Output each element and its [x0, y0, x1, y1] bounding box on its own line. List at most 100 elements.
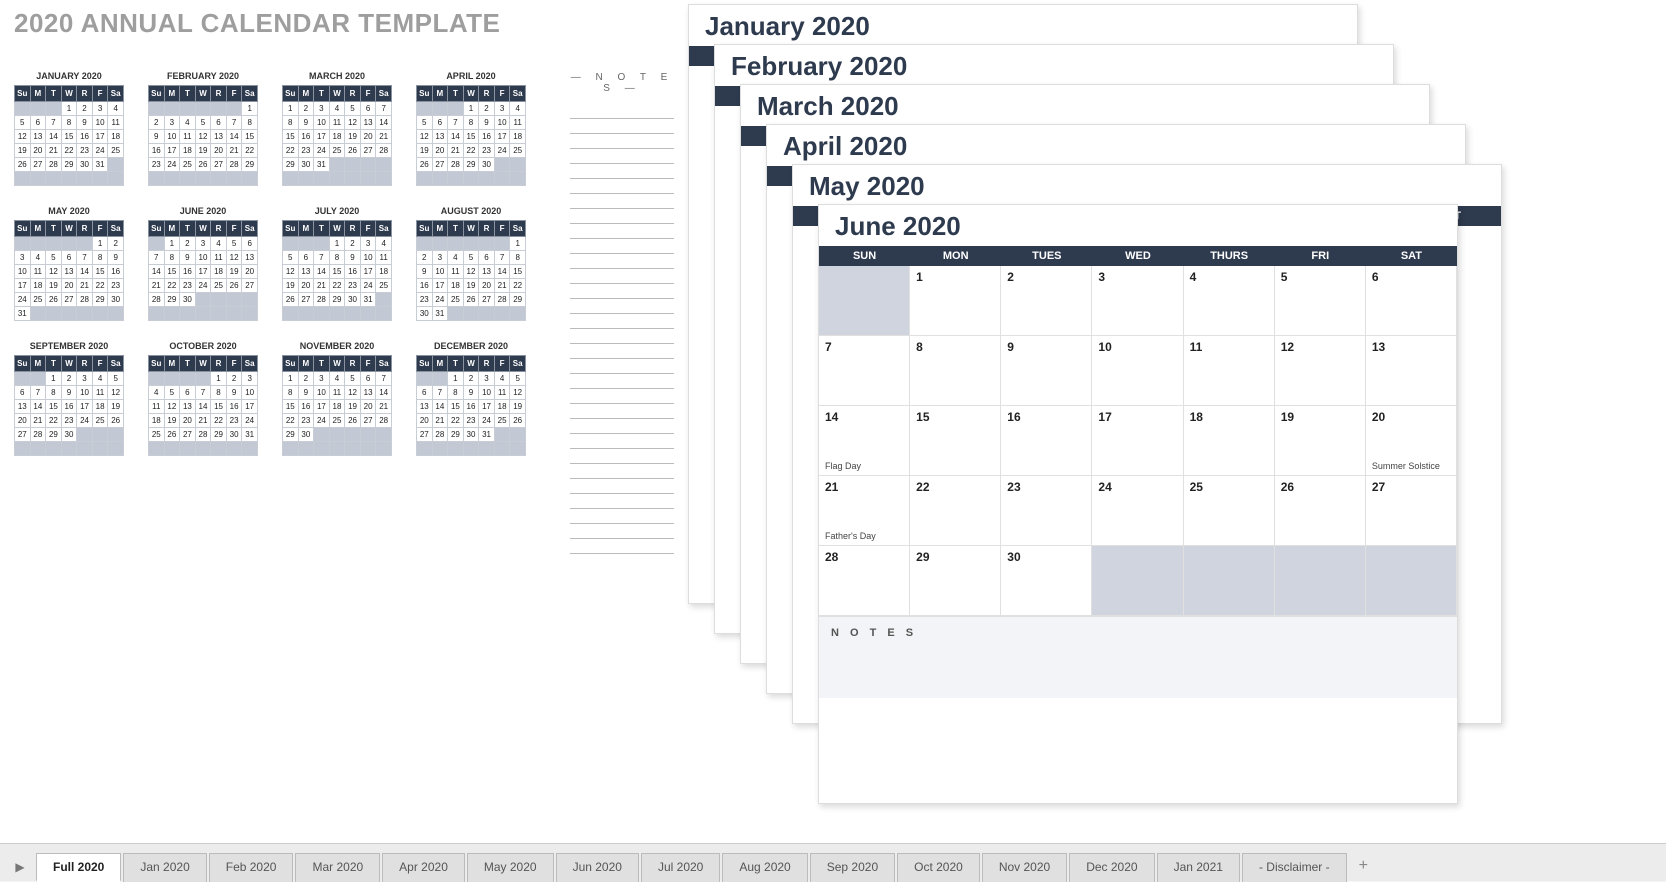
mini-day-head: T [46, 221, 62, 237]
mini-day-cell: 7 [494, 251, 510, 265]
mini-day-head: T [46, 86, 62, 102]
mini-day-cell: 2 [298, 102, 314, 116]
calendar-cell[interactable] [819, 266, 910, 336]
calendar-cell[interactable]: 17 [1092, 406, 1183, 476]
mini-day-head: Su [15, 221, 31, 237]
calendar-cell[interactable] [1092, 546, 1183, 616]
calendar-cell[interactable]: 22 [910, 476, 1001, 546]
mini-day-cell [479, 307, 495, 321]
mini-day-cell: 25 [329, 414, 345, 428]
calendar-cell[interactable]: 7 [819, 336, 910, 406]
calendar-cell[interactable]: 12 [1275, 336, 1366, 406]
mini-day-cell [329, 442, 345, 456]
month-notes-bar[interactable]: N O T E S [819, 616, 1457, 698]
sheet-tab[interactable]: - Disclaimer - [1242, 853, 1347, 882]
note-line [570, 164, 674, 179]
sheet-tab[interactable]: Dec 2020 [1069, 853, 1154, 882]
calendar-cell[interactable]: 29 [910, 546, 1001, 616]
mini-day-cell [494, 442, 510, 456]
mini-day-cell: 6 [15, 386, 31, 400]
calendar-cell[interactable]: 3 [1092, 266, 1183, 336]
mini-day-cell [77, 442, 93, 456]
calendar-cell[interactable]: 6 [1366, 266, 1457, 336]
mini-day-cell [77, 172, 93, 186]
mini-day-cell: 3 [195, 237, 211, 251]
sheet-tab[interactable]: Nov 2020 [982, 853, 1067, 882]
sheet-tab[interactable]: Sep 2020 [810, 853, 895, 882]
mini-day-head: M [30, 356, 46, 372]
sheet-tab[interactable]: Jun 2020 [556, 853, 639, 882]
calendar-cell[interactable]: 2 [1001, 266, 1092, 336]
calendar-cell[interactable]: 4 [1184, 266, 1275, 336]
calendar-cell[interactable]: 5 [1275, 266, 1366, 336]
calendar-cell[interactable]: 27 [1366, 476, 1457, 546]
calendar-cell[interactable]: 20Summer Solstice [1366, 406, 1457, 476]
sheet-tab[interactable]: Jul 2020 [641, 853, 720, 882]
mini-day-cell: 19 [46, 279, 62, 293]
calendar-cell[interactable]: 9 [1001, 336, 1092, 406]
month-sheet-title: February 2020 [715, 45, 1393, 86]
calendar-cell[interactable] [1184, 546, 1275, 616]
mini-day-head: F [360, 221, 376, 237]
mini-day-cell: 1 [448, 372, 464, 386]
sheet-tab[interactable]: Full 2020 [36, 853, 121, 882]
calendar-cell[interactable]: 13 [1366, 336, 1457, 406]
calendar-cell[interactable]: 15 [910, 406, 1001, 476]
mini-day-cell: 27 [61, 293, 77, 307]
mini-day-cell: 11 [329, 116, 345, 130]
calendar-cell[interactable]: 25 [1184, 476, 1275, 546]
calendar-cell[interactable]: 19 [1275, 406, 1366, 476]
sheet-tab[interactable]: Feb 2020 [209, 853, 294, 882]
mini-day-cell: 9 [77, 116, 93, 130]
calendar-cell[interactable]: 10 [1092, 336, 1183, 406]
mini-day-head: R [345, 86, 361, 102]
calendar-cell[interactable]: 11 [1184, 336, 1275, 406]
mini-day-cell: 9 [149, 130, 165, 144]
mini-day-cell: 23 [298, 144, 314, 158]
add-sheet-button[interactable]: + [1349, 853, 1378, 882]
calendar-cell[interactable] [1366, 546, 1457, 616]
calendar-cell[interactable]: 24 [1092, 476, 1183, 546]
calendar-cell[interactable]: 28 [819, 546, 910, 616]
sheet-tab[interactable]: Oct 2020 [897, 853, 980, 882]
mini-day-cell: 6 [360, 102, 376, 116]
sheet-tab[interactable]: Mar 2020 [295, 853, 380, 882]
sheet-tab[interactable]: Jan 2021 [1157, 853, 1240, 882]
calendar-cell[interactable]: 30 [1001, 546, 1092, 616]
mini-day-cell: 18 [510, 130, 526, 144]
mini-day-cell: 14 [376, 116, 392, 130]
sheet-tab[interactable]: Jan 2020 [123, 853, 206, 882]
calendar-cell[interactable]: 21Father's Day [819, 476, 910, 546]
calendar-cell[interactable]: 23 [1001, 476, 1092, 546]
calendar-cell[interactable]: 14Flag Day [819, 406, 910, 476]
mini-day-head: R [479, 86, 495, 102]
mini-day-cell: 17 [432, 279, 448, 293]
mini-day-cell: 4 [92, 372, 108, 386]
calendar-cell[interactable]: 16 [1001, 406, 1092, 476]
mini-day-cell [432, 237, 448, 251]
mini-day-cell [77, 237, 93, 251]
mini-day-cell: 15 [164, 265, 180, 279]
sheet-tab[interactable]: May 2020 [467, 853, 554, 882]
mini-day-cell: 11 [448, 265, 464, 279]
sheet-tab[interactable]: Aug 2020 [722, 853, 807, 882]
mini-day-cell: 14 [149, 265, 165, 279]
mini-day-cell: 29 [448, 428, 464, 442]
tab-nav-prev[interactable]: ▶ [4, 853, 36, 881]
mini-day-head: W [195, 86, 211, 102]
calendar-cell[interactable]: 8 [910, 336, 1001, 406]
calendar-cell[interactable] [1275, 546, 1366, 616]
mini-day-cell: 21 [77, 279, 93, 293]
mini-day-cell [108, 307, 124, 321]
mini-month: DECEMBER 2020SuMTWRFSa123456789101112131… [416, 341, 526, 456]
mini-day-cell: 20 [360, 130, 376, 144]
note-line [570, 464, 674, 479]
mini-month: SEPTEMBER 2020SuMTWRFSa12345678910111213… [14, 341, 124, 456]
mini-day-head: Sa [242, 356, 258, 372]
mini-day-cell: 23 [180, 279, 196, 293]
calendar-cell[interactable]: 26 [1275, 476, 1366, 546]
note-line [570, 194, 674, 209]
calendar-cell[interactable]: 1 [910, 266, 1001, 336]
sheet-tab[interactable]: Apr 2020 [382, 853, 465, 882]
calendar-cell[interactable]: 18 [1184, 406, 1275, 476]
